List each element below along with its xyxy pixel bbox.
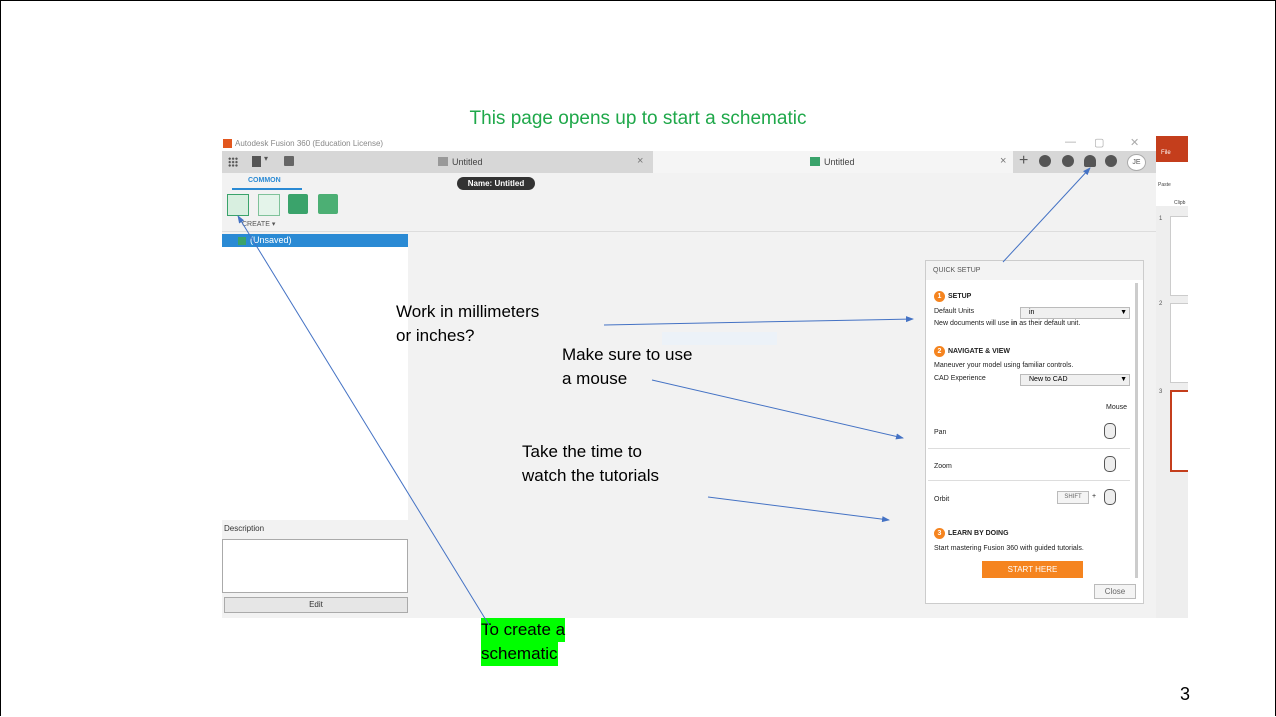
annotation-arrows: [237, 167, 1091, 626]
arrow-to-new-schematic: [237, 215, 490, 626]
arrow-to-mouse-controls: [651, 379, 904, 440]
slide-number: 3: [1180, 684, 1191, 704]
arrow-to-help-icon: [1002, 167, 1091, 263]
arrow-to-learn-by-doing: [707, 496, 890, 523]
arrow-to-default-units: [603, 316, 914, 326]
